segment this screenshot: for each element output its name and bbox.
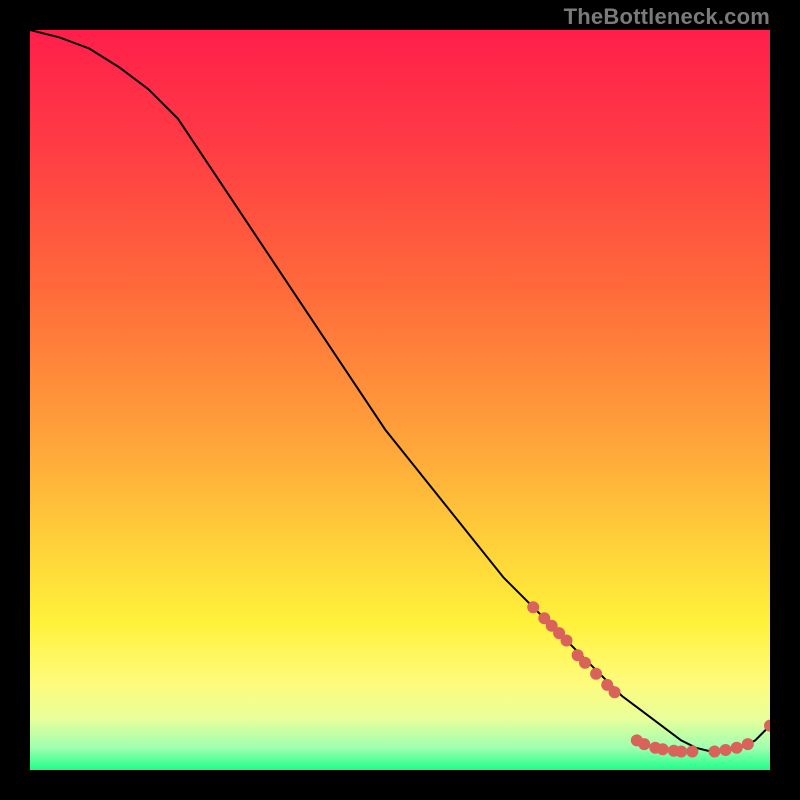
chart-data-layer — [30, 30, 770, 770]
chart-marker — [686, 746, 698, 758]
chart-plot-area — [30, 30, 770, 770]
chart-marker — [675, 746, 687, 758]
chart-marker — [527, 601, 539, 613]
watermark-label: TheBottleneck.com — [564, 4, 770, 30]
chart-marker — [579, 657, 591, 669]
chart-marker — [590, 668, 602, 680]
chart-marker — [561, 635, 573, 647]
chart-marker — [657, 743, 669, 755]
chart-marker — [720, 744, 732, 756]
chart-marker — [742, 738, 754, 750]
chart-markers-group — [527, 601, 770, 757]
chart-stage: TheBottleneck.com — [0, 0, 800, 800]
chart-line-curve — [30, 30, 770, 752]
chart-marker — [638, 738, 650, 750]
chart-marker — [731, 742, 743, 754]
chart-marker — [709, 746, 721, 758]
chart-marker — [609, 686, 621, 698]
